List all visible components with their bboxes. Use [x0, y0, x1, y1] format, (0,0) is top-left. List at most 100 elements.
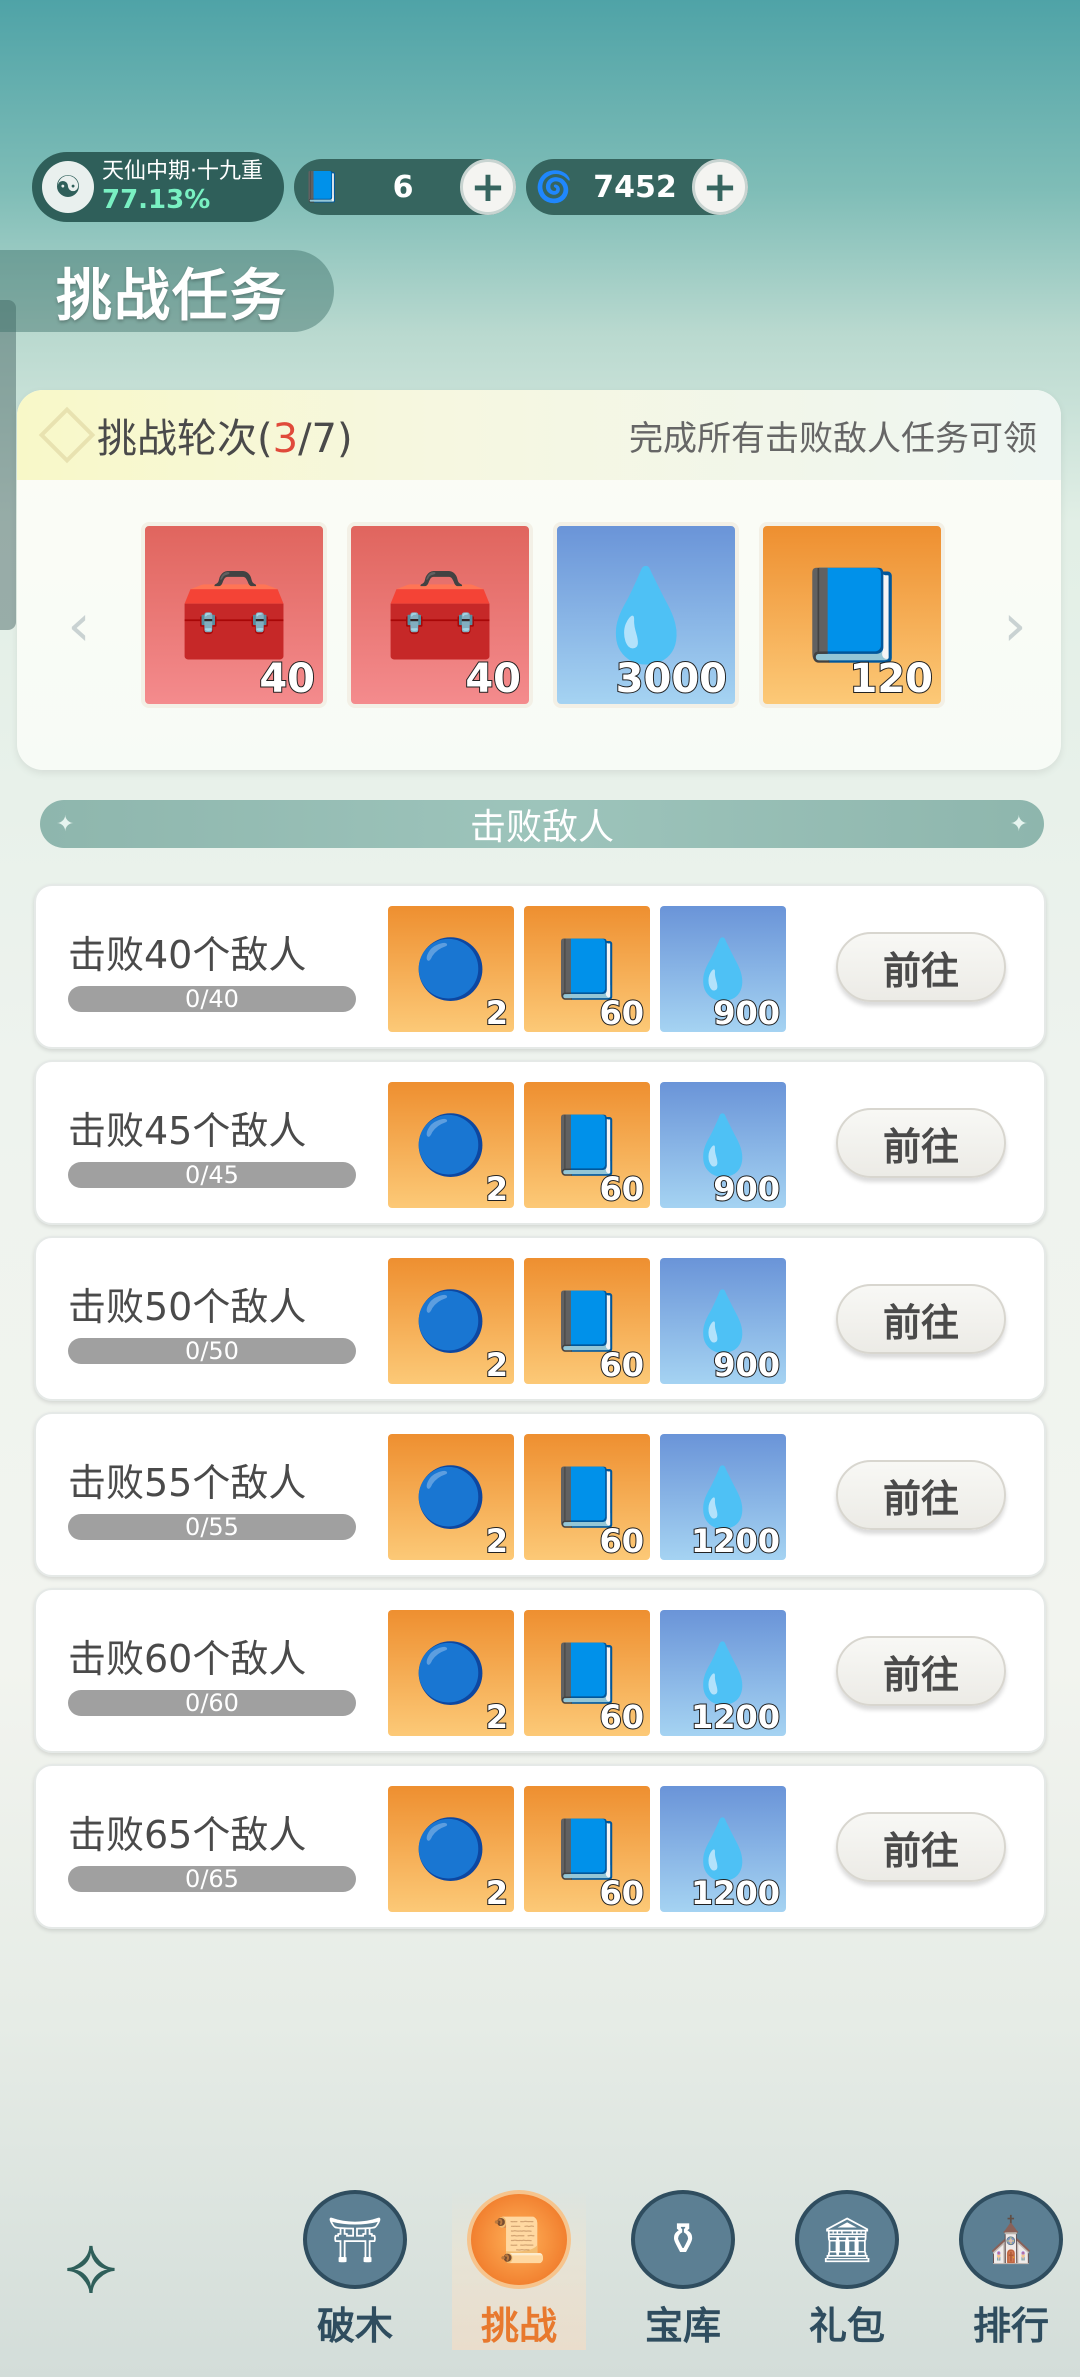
section-title: 击败敌人: [469, 807, 614, 848]
reward-item[interactable]: 📘 60: [524, 1434, 650, 1560]
reward-item[interactable]: 🧰 40: [141, 522, 327, 708]
reward-item[interactable]: 🧰 40: [347, 522, 533, 708]
reward-count: 60: [598, 993, 645, 1032]
reward-count: 60: [598, 1521, 645, 1560]
spirit-orbs-icon: 🔵: [414, 1638, 488, 1707]
reward-item[interactable]: 🔵 2: [388, 1786, 514, 1912]
go-button[interactable]: 前往: [836, 1108, 1006, 1178]
reward-count: 3000: [615, 655, 728, 703]
chevron-left-icon[interactable]: ‹: [59, 591, 99, 659]
spirit-orbs-icon: 🔵: [414, 1110, 488, 1179]
realm-percent: 77.13%: [102, 185, 211, 215]
task-rewards: 🔵 2 📘 60 💧 900: [388, 1082, 786, 1208]
task-name: 击败45个敌人: [68, 1109, 307, 1153]
reward-count: 2: [485, 993, 509, 1032]
page-title: 挑战任务: [0, 250, 334, 332]
diamond-icon: [38, 406, 96, 464]
reward-item[interactable]: 📘 60: [524, 906, 650, 1032]
reward-item[interactable]: 📘 60: [524, 1610, 650, 1736]
task-progress: 0/55: [68, 1514, 356, 1540]
nav-label: 宝库: [644, 2304, 721, 2348]
add-spirit-button[interactable]: +: [692, 159, 748, 215]
task-row: 击败55个敌人 0/55 🔵 2 📘 60 💧 1200 前往: [34, 1412, 1046, 1577]
reward-item[interactable]: 🔵 2: [388, 1258, 514, 1384]
round-rewards: 🧰 40 🧰 40 💧 3000 📘 120: [141, 522, 945, 708]
reward-item[interactable]: 🔵 2: [388, 1082, 514, 1208]
reward-item[interactable]: 📘 60: [524, 1786, 650, 1912]
reward-item[interactable]: 💧 900: [660, 906, 786, 1032]
sparkle-icon: ✦: [1009, 812, 1028, 837]
reward-count: 60: [598, 1169, 645, 1208]
resource-scrolls: 📘 6 +: [294, 159, 516, 215]
resource-spirit: 🌀 7452 +: [526, 159, 748, 215]
reward-count: 2: [485, 1169, 509, 1208]
go-button[interactable]: 前往: [836, 1812, 1006, 1882]
nav-item-treasury[interactable]: ⚱ 宝库: [616, 2190, 750, 2350]
page-title-text: 挑战任务: [56, 263, 288, 329]
go-button[interactable]: 前往: [836, 1636, 1006, 1706]
task-progress: 0/50: [68, 1338, 356, 1364]
task-name: 击败65个敌人: [68, 1813, 307, 1857]
realm-badge[interactable]: ☯ 天仙中期·十九重 77.13%: [32, 152, 284, 222]
nav-label: 礼包: [808, 2304, 885, 2348]
task-name: 击败60个敌人: [68, 1637, 307, 1681]
task-name: 击败40个敌人: [68, 933, 307, 977]
rounds-label: 挑战轮次(3/7): [38, 406, 353, 464]
reward-item[interactable]: 💧 1200: [660, 1786, 786, 1912]
task-row: 击败45个敌人 0/45 🔵 2 📘 60 💧 900 前往: [34, 1060, 1046, 1225]
go-button[interactable]: 前往: [836, 1284, 1006, 1354]
nav-item-challenge[interactable]: 📜 挑战: [452, 2190, 586, 2350]
add-scrolls-button[interactable]: +: [460, 159, 516, 215]
reward-count: 2: [485, 1697, 509, 1736]
nav-label: 排行: [972, 2304, 1049, 2348]
task-progress: 0/40: [68, 986, 356, 1012]
spirit-flame-icon: 🌀: [535, 169, 573, 205]
nav-label: 破木: [316, 2304, 393, 2348]
reward-count: 2: [485, 1873, 509, 1912]
reward-item[interactable]: 💧 1200: [660, 1434, 786, 1560]
reward-item[interactable]: 📘 60: [524, 1258, 650, 1384]
reward-item[interactable]: 🔵 2: [388, 1610, 514, 1736]
game-logo-icon[interactable]: ⟡: [36, 2218, 146, 2311]
reward-count: 1200: [690, 1521, 781, 1560]
reward-count: 2: [485, 1345, 509, 1384]
side-drawer-handle[interactable]: [0, 300, 16, 630]
spirit-flame-icon: 💧: [589, 562, 703, 668]
task-rewards: 🔵 2 📘 60 💧 1200: [388, 1786, 786, 1912]
task-row: 击败65个敌人 0/65 🔵 2 📘 60 💧 1200 前往: [34, 1764, 1046, 1929]
sparkle-icon: ✦: [56, 812, 75, 837]
reward-item[interactable]: 🔵 2: [388, 906, 514, 1032]
reward-count: 2: [485, 1521, 509, 1560]
temple-icon: 🏛: [795, 2190, 899, 2289]
go-button[interactable]: 前往: [836, 932, 1006, 1002]
resource-value: 7452: [593, 169, 677, 205]
task-row: 击败50个敌人 0/50 🔵 2 📘 60 💧 900 前往: [34, 1236, 1046, 1401]
top-bar: ☯ 天仙中期·十九重 77.13% 📘 6 + 🌀 7452 +: [32, 152, 748, 222]
task-progress: 0/65: [68, 1866, 356, 1892]
reward-count: 120: [849, 655, 934, 703]
reward-item[interactable]: 💧 900: [660, 1258, 786, 1384]
reward-count: 900: [712, 993, 781, 1032]
treasure-chest-icon: 🧰: [177, 562, 291, 668]
resource-value: 6: [392, 169, 414, 205]
rounds-hint: 完成所有击败敌人任务可领: [629, 418, 1037, 459]
nav-item-pomu[interactable]: ⛩ 破木: [288, 2190, 422, 2350]
treasure-pot-icon: ⚱: [631, 2190, 735, 2289]
nav-item-gift[interactable]: 🏛 礼包: [780, 2190, 914, 2350]
reward-item[interactable]: 📘 60: [524, 1082, 650, 1208]
reward-item[interactable]: 💧 3000: [553, 522, 739, 708]
task-rewards: 🔵 2 📘 60 💧 900: [388, 906, 786, 1032]
reward-item[interactable]: 💧 900: [660, 1082, 786, 1208]
nav-item-ranking[interactable]: ⛪ 排行: [944, 2190, 1078, 2350]
reward-item[interactable]: 💧 1200: [660, 1610, 786, 1736]
rounds-total: /7): [298, 416, 353, 462]
reward-count: 60: [598, 1873, 645, 1912]
chevron-right-icon[interactable]: ›: [995, 591, 1035, 659]
task-rewards: 🔵 2 📘 60 💧 1200: [388, 1434, 786, 1560]
reward-item[interactable]: 🔵 2: [388, 1434, 514, 1560]
task-row: 击败60个敌人 0/60 🔵 2 📘 60 💧 1200 前往: [34, 1588, 1046, 1753]
spirit-orbs-icon: 🔵: [414, 1462, 488, 1531]
go-button[interactable]: 前往: [836, 1460, 1006, 1530]
task-progress: 0/60: [68, 1690, 356, 1716]
reward-item[interactable]: 📘 120: [759, 522, 945, 708]
